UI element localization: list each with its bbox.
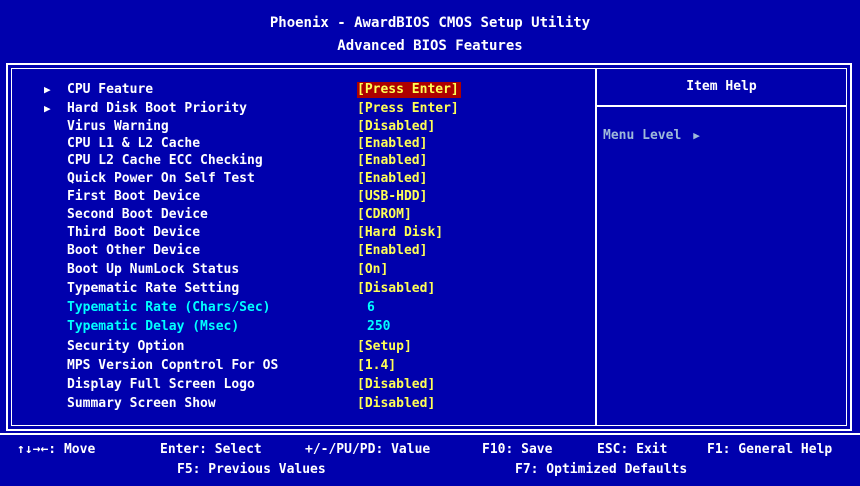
footer-move-hint: ↑↓→←: Move bbox=[17, 442, 96, 457]
footer-divider bbox=[0, 433, 860, 435]
setting-value[interactable]: [Disabled] bbox=[357, 281, 435, 297]
setting-label: MPS Version Copntrol For OS bbox=[67, 358, 279, 373]
setting-value[interactable]: [USB-HDD] bbox=[357, 189, 427, 205]
help-divider bbox=[597, 105, 846, 107]
setting-label: Third Boot Device bbox=[67, 225, 201, 240]
setting-value[interactable]: [Disabled] bbox=[357, 377, 435, 393]
item-help-title: Item Help bbox=[686, 79, 757, 94]
footer-general-help-hint: F1: General Help bbox=[707, 442, 833, 457]
setting-label: Security Option bbox=[67, 339, 185, 354]
setting-label: Quick Power On Self Test bbox=[67, 171, 255, 186]
submenu-arrow-icon: ▶ bbox=[44, 102, 51, 115]
settings-panel: ▶ CPU Feature [Press Enter] ▶ Hard Disk Boot… bbox=[6, 63, 852, 431]
setting-value[interactable]: 6 bbox=[367, 300, 375, 316]
setting-value[interactable]: [Press Enter] bbox=[357, 101, 459, 117]
footer-exit-hint: ESC: Exit bbox=[597, 442, 668, 457]
setting-label: Boot Up NumLock Status bbox=[67, 262, 240, 277]
app-title: Phoenix - AwardBIOS CMOS Setup Utility bbox=[269, 15, 591, 31]
setting-label: CPU Feature bbox=[67, 82, 154, 97]
setting-value[interactable]: [On] bbox=[357, 262, 388, 278]
setting-label: Typematic Rate Setting bbox=[67, 281, 240, 296]
panel-divider bbox=[595, 69, 597, 425]
setting-label: Display Full Screen Logo bbox=[67, 377, 255, 392]
menu-level-label: Menu Level bbox=[603, 128, 682, 143]
bios-screen: Phoenix - AwardBIOS CMOS Setup Utility A… bbox=[0, 0, 860, 486]
footer-previous-values-hint: F5: Previous Values bbox=[177, 462, 326, 477]
setting-label: CPU L2 Cache ECC Checking bbox=[67, 153, 263, 168]
setting-label: Typematic Rate (Chars/Sec) bbox=[67, 300, 271, 315]
setting-value[interactable]: [CDROM] bbox=[357, 207, 412, 223]
setting-label: CPU L1 & L2 Cache bbox=[67, 136, 201, 151]
setting-value[interactable]: [Enabled] bbox=[357, 171, 427, 187]
footer-value-hint: +/-/PU/PD: Value bbox=[305, 442, 431, 457]
menu-level-arrow-icon: ▶ bbox=[693, 129, 700, 142]
setting-value[interactable]: [Setup] bbox=[357, 339, 412, 355]
menu-level-indicator: Menu Level ▶ bbox=[603, 128, 700, 144]
setting-value[interactable]: [Hard Disk] bbox=[357, 225, 443, 241]
setting-value[interactable]: [Enabled] bbox=[357, 136, 427, 152]
footer-optimized-defaults-hint: F7: Optimized Defaults bbox=[515, 462, 688, 477]
setting-label: Boot Other Device bbox=[67, 243, 201, 258]
setting-label: Summary Screen Show bbox=[67, 396, 216, 411]
setting-label: Typematic Delay (Msec) bbox=[67, 319, 240, 334]
footer-select-hint: Enter: Select bbox=[160, 442, 262, 457]
setting-value[interactable]: [Enabled] bbox=[357, 153, 427, 169]
setting-label: Virus Warning bbox=[67, 119, 169, 134]
setting-value[interactable]: [Disabled] bbox=[357, 396, 435, 412]
page-title: Advanced BIOS Features bbox=[337, 38, 523, 54]
submenu-arrow-icon: ▶ bbox=[44, 83, 51, 96]
setting-label: First Boot Device bbox=[67, 189, 201, 204]
setting-label: Hard Disk Boot Priority bbox=[67, 101, 248, 116]
setting-value[interactable]: [Press Enter] bbox=[357, 82, 461, 98]
setting-value[interactable]: [1.4] bbox=[357, 358, 396, 374]
footer-save-hint: F10: Save bbox=[482, 442, 553, 457]
settings-panel-inner: ▶ CPU Feature [Press Enter] ▶ Hard Disk Boot… bbox=[11, 68, 847, 426]
setting-label: Second Boot Device bbox=[67, 207, 208, 222]
setting-value[interactable]: [Enabled] bbox=[357, 243, 427, 259]
setting-value[interactable]: 250 bbox=[367, 319, 390, 335]
setting-value[interactable]: [Disabled] bbox=[357, 119, 435, 135]
